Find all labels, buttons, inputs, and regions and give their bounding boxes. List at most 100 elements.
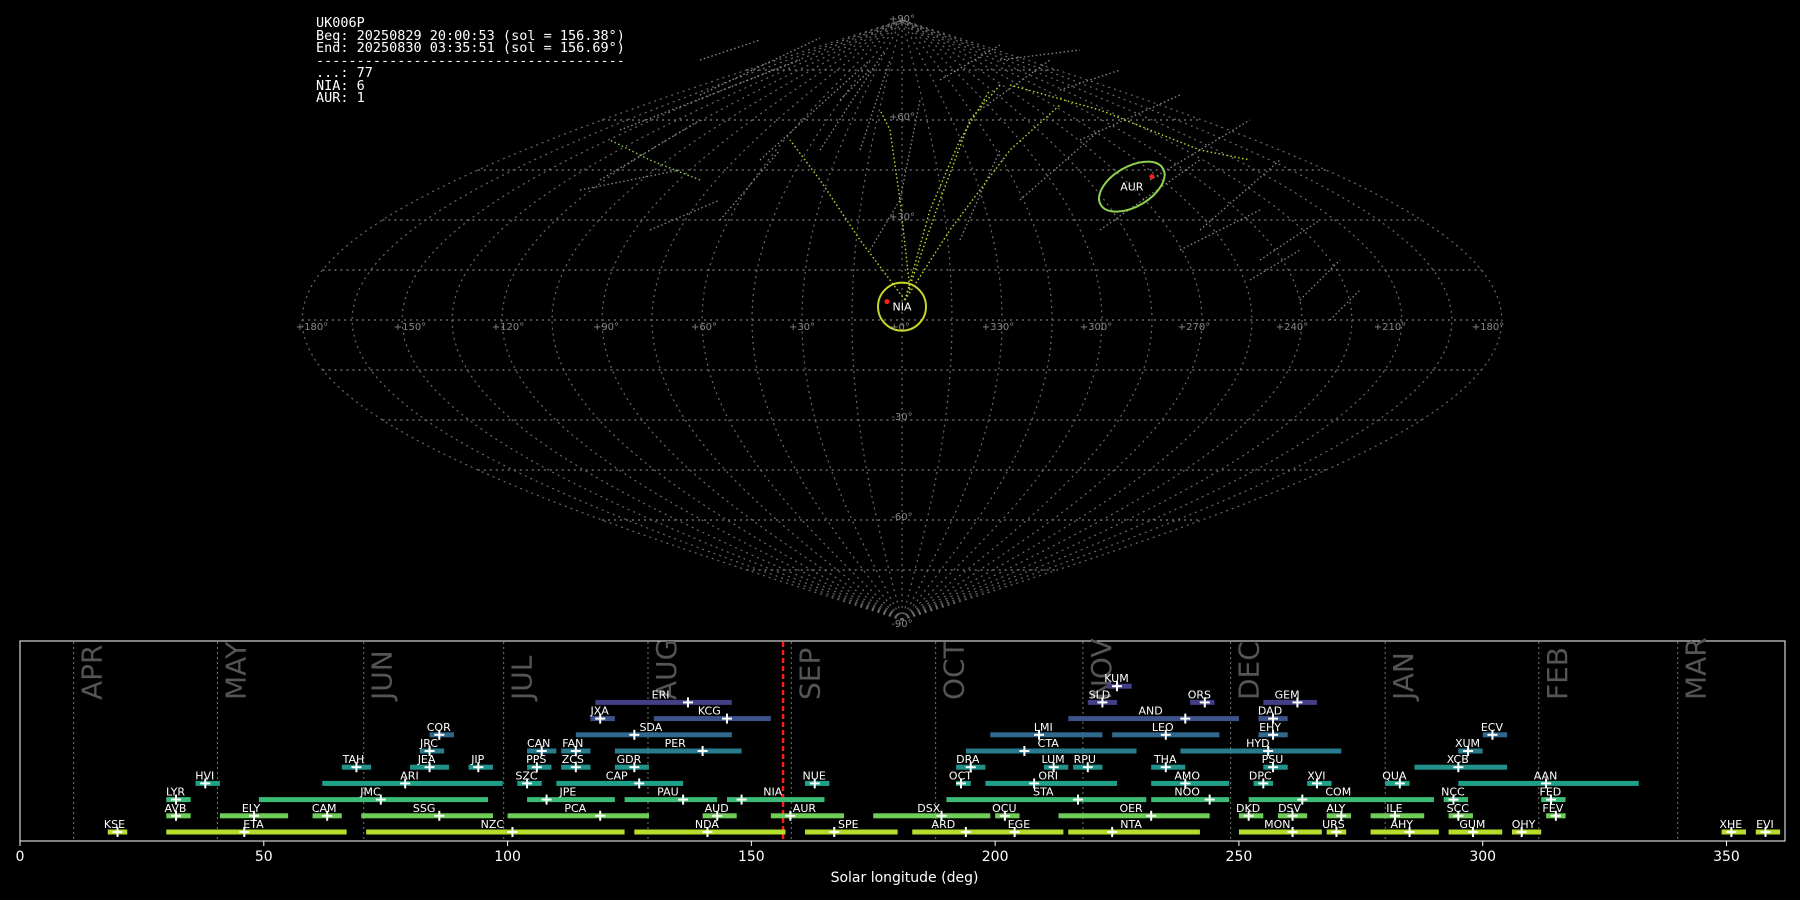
shower-code-label: JPE (559, 786, 577, 799)
shower-zcs: ZCS (561, 753, 591, 773)
lat-tick-label: -30° (891, 412, 912, 423)
lon-tick-label: +270° (1178, 322, 1210, 333)
shower-code-label: XUM (1455, 737, 1480, 750)
map-tick-labels: +180° +150° +120° +90° +60° +30° +0° +330° +300°… (296, 14, 1504, 630)
shower-code-label: JXA (589, 705, 609, 718)
shower-code-label: DAD (1258, 705, 1282, 718)
shower-ecv: ECV (1481, 721, 1508, 740)
nia-trail (1009, 84, 1251, 161)
shower-code-label: DPC (1249, 769, 1272, 782)
sporadic-trail (649, 199, 721, 231)
shower-code-label: ORS (1188, 688, 1211, 701)
lon-tick-label: +120° (492, 322, 524, 333)
shower-qua: QUA (1382, 769, 1410, 789)
month-label: JUL (506, 655, 539, 702)
shower-tah: TAH (342, 753, 372, 773)
sporadic-trail (1019, 129, 1101, 201)
sporadic-trail (979, 59, 1051, 111)
shower-code-label: ECV (1481, 721, 1504, 734)
shower-code-label: JMC (359, 786, 381, 799)
month-label: SEP (793, 648, 826, 700)
month-label: MAR (1680, 637, 1713, 700)
shower-oct: OCT (949, 769, 972, 789)
shower-ohy: OHY (1512, 818, 1542, 837)
shower-gum: GUM (1448, 818, 1503, 837)
shower-code-label: AUD (705, 802, 729, 815)
shower-code-label: EHY (1259, 721, 1281, 734)
lon-tick-label: +60° (691, 322, 717, 333)
shower-noo: NOO (1151, 786, 1230, 805)
x-tick-label: 50 (255, 849, 273, 865)
shower-code-label: FAN (562, 737, 583, 750)
lon-gridline (851, 19, 903, 621)
shower-avb: AVB (165, 802, 191, 821)
shower-kcg: KCG (653, 705, 771, 724)
timeline-x-axis: 0 50 100 150 200 250 300 350 Solar longitude (de… (16, 841, 1740, 886)
shower-code-label: COM (1325, 786, 1351, 799)
shower-code-label: SDA (639, 721, 662, 734)
shower-nzc: NZC (366, 818, 625, 837)
lon-tick-label: +0° (890, 322, 910, 333)
shower-code-label: FED (1540, 786, 1562, 799)
shower-code-label: JIP (470, 753, 484, 766)
shower-code-label: ARI (400, 769, 418, 782)
shower-code-label: PCA (564, 802, 586, 815)
shower-sda: SDA (575, 721, 732, 740)
shower-code-label: HYD (1246, 737, 1269, 750)
shower-code-label: XHE (1719, 818, 1742, 831)
shower-cam: CAM (312, 802, 342, 821)
shower-code-label: ARD (932, 818, 956, 831)
shower-xcb: XCB (1414, 753, 1508, 773)
shower-code-label: NDA (695, 818, 720, 831)
shower-code-label: NOO (1174, 786, 1200, 799)
shower-code-label: NIA (763, 786, 782, 799)
sporadic-trail (819, 49, 886, 151)
x-tick-label: 150 (738, 849, 765, 865)
month-label: MAY (219, 641, 252, 700)
shower-code-label: THA (1153, 753, 1177, 766)
shower-code-label: SZC (515, 769, 538, 782)
shower-code-label: STA (1033, 786, 1054, 799)
shower-code-label: KUM (1104, 672, 1128, 685)
shower-evi: EVI (1755, 818, 1781, 837)
shower-code-label: COR (427, 721, 451, 734)
lon-tick-label: +90° (593, 322, 619, 333)
shower-rpu: RPU (1073, 753, 1103, 773)
shower-code-label: ORI (1038, 769, 1058, 782)
lon-gridline (801, 19, 903, 621)
shower-dpc: DPC (1249, 769, 1274, 789)
shower-nue: NUE (803, 769, 830, 789)
shower-code-label: GDR (617, 753, 642, 766)
x-tick-label: 0 (16, 849, 25, 865)
shower-code-label: XVI (1307, 769, 1325, 782)
shower-code-label: OHY (1512, 818, 1536, 831)
shower-urs: URS (1322, 818, 1347, 837)
shower-code-label: ZCS (562, 753, 584, 766)
shower-ors: ORS (1188, 688, 1215, 708)
sporadic-trail (1329, 289, 1361, 321)
shower-code-label: ETA (243, 818, 264, 831)
aur-trail (609, 139, 701, 181)
shower-code-label: CAP (606, 769, 628, 782)
shower-code-label: CAN (527, 737, 550, 750)
shower-code-label: DSX (917, 802, 940, 815)
meteor-trails (579, 37, 1361, 321)
x-tick-label: 100 (494, 849, 521, 865)
sporadic-trail (869, 199, 901, 251)
shower-nda: NDA (634, 818, 786, 837)
sporadic-trail (859, 59, 891, 151)
shower-kse: KSE (104, 818, 128, 837)
shower-fev: FEV (1542, 802, 1566, 821)
month-label: JAN (1387, 652, 1420, 702)
shower-hvi: HVI (195, 769, 220, 789)
lon-tick-label: +240° (1276, 322, 1308, 333)
shower-code-label: QUA (1382, 769, 1407, 782)
sporadic-trail (1179, 209, 1261, 251)
radiant-markers: AUR NIA (877, 160, 1166, 332)
shower-jip: JIP (468, 753, 493, 773)
shower-code-label: DRA (956, 753, 980, 766)
sky-map: AUR NIA +180° +150° +120° +90° +60° +30° +0° +33… (296, 14, 1504, 630)
month-label: JUN (366, 650, 399, 702)
shower-code-label: SCC (1447, 802, 1470, 815)
shower-code-label: SLD (1089, 688, 1111, 701)
